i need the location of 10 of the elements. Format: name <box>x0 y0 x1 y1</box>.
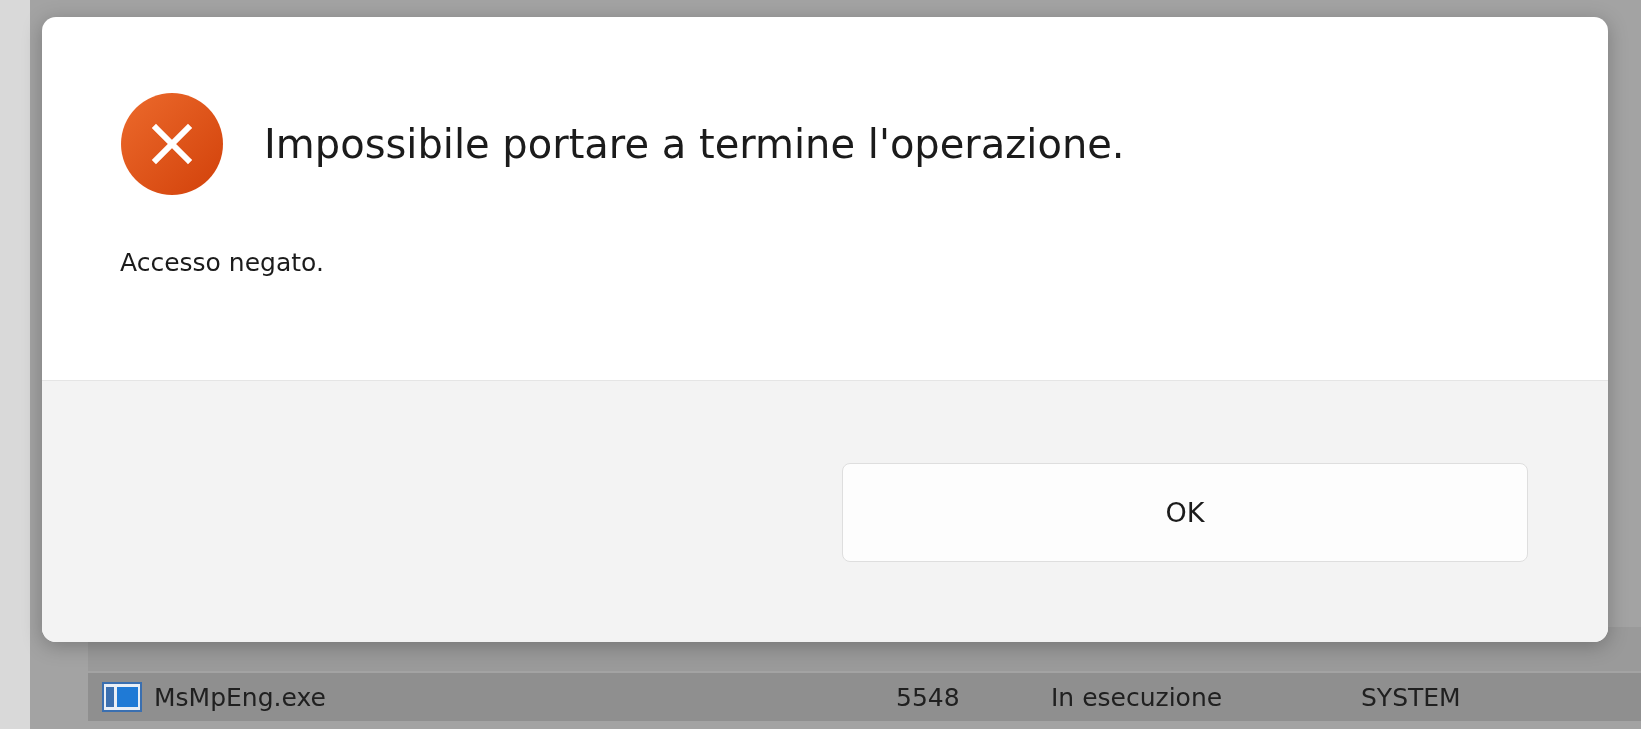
dialog-message: Accesso negato. <box>120 248 325 277</box>
error-icon <box>120 92 224 196</box>
app-window-icon <box>102 682 142 712</box>
user-cell-text: SYSTEM <box>1361 682 1462 712</box>
ok-button[interactable]: OK <box>842 463 1528 562</box>
status-cell-text: In esecuzione <box>1051 682 1224 712</box>
dialog-title: Impossibile portare a termine l'operazione. <box>264 121 1125 167</box>
process-row[interactable]: MsMpEng.exe 5548 In esecuzione SYSTEM <box>88 673 1641 721</box>
pid-cell-text: 5548 <box>896 682 961 712</box>
process-name: MsMpEng.exe <box>154 682 326 712</box>
